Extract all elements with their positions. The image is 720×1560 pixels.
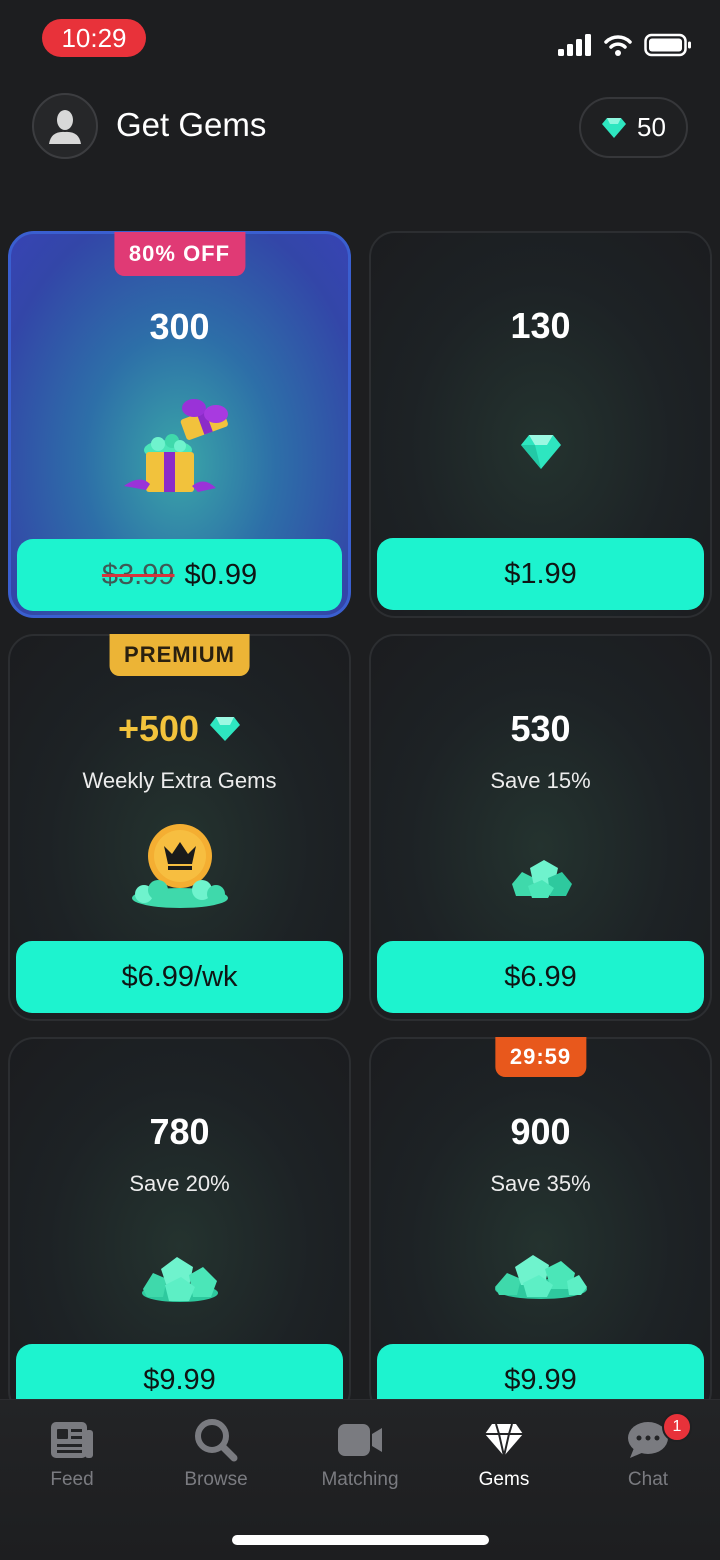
- battery-icon: [644, 33, 691, 57]
- buy-130-button[interactable]: $1.99: [377, 538, 704, 610]
- gem-pile-icon: [494, 1255, 587, 1299]
- diamond-icon: [602, 117, 627, 138]
- gem-pile-icon: [511, 860, 572, 898]
- offer-card-130[interactable]: 130 $1.99: [369, 231, 712, 618]
- gems-store-screen: 10:29 Get Gems 50 80% OFF 300 $3.99 $0.9…: [0, 0, 720, 1560]
- gem-amount: 300: [149, 306, 210, 347]
- gem-pile-icon: [141, 1257, 218, 1302]
- gem-amount: 900: [510, 1111, 571, 1152]
- avatar[interactable]: [32, 93, 98, 159]
- tab-label: Feed: [50, 1469, 94, 1490]
- gem-amount: 780: [149, 1111, 210, 1152]
- status-icons: [558, 30, 692, 60]
- tab-feed[interactable]: Feed: [12, 1416, 132, 1491]
- tab-label: Chat: [627, 1469, 669, 1490]
- tab-browse[interactable]: Browse: [156, 1416, 276, 1491]
- user-silhouette-icon: [49, 110, 81, 144]
- offer-card-300[interactable]: 80% OFF 300 $3.99 $0.99: [8, 231, 351, 618]
- offer-card-780[interactable]: 780 Save 20% $9.99: [8, 1037, 351, 1417]
- gem-amount: +500: [117, 708, 200, 749]
- premium-amount-row: +500: [10, 708, 349, 750]
- buy-premium-button[interactable]: $6.99/wk: [16, 941, 343, 1013]
- gift-box-icon: [123, 399, 228, 492]
- chat-notification-badge: 1: [662, 1412, 692, 1442]
- original-price: $3.99: [101, 558, 175, 591]
- offer-subtext: Save 35%: [490, 1171, 591, 1196]
- gem-balance[interactable]: 50: [579, 97, 688, 158]
- search-icon: [195, 1419, 238, 1462]
- diamond-icon: [485, 1423, 523, 1457]
- offer-card-premium[interactable]: PREMIUM +500 Weekly Extra Gems $6.99/wk: [8, 634, 351, 1021]
- offer-card-530[interactable]: 530 Save 15% $6.99: [369, 634, 712, 1021]
- newspaper-icon: [51, 1422, 93, 1458]
- offer-subtext: Save 20%: [129, 1171, 230, 1196]
- discount-badge: 80% OFF: [113, 232, 246, 276]
- home-indicator: [232, 1535, 489, 1545]
- buy-300-button[interactable]: $3.99 $0.99: [17, 539, 342, 611]
- sale-price: $0.99: [184, 558, 258, 591]
- tab-label: Browse: [184, 1469, 248, 1490]
- crown-coin-icon: [131, 824, 228, 908]
- countdown-badge: 29:59: [494, 1037, 587, 1077]
- signal-icon: [558, 34, 591, 56]
- gem-amount: 130: [510, 305, 571, 346]
- wifi-icon: [604, 35, 632, 56]
- tab-label: Matching: [321, 1469, 399, 1490]
- page-title: Get Gems: [116, 106, 267, 143]
- diamond-icon: [210, 717, 241, 741]
- video-camera-icon: [338, 1424, 382, 1456]
- tab-chat[interactable]: 1 Chat: [588, 1412, 708, 1491]
- gem-amount: 530: [510, 708, 571, 749]
- tab-matching[interactable]: Matching: [300, 1416, 420, 1491]
- status-time: 10:29: [42, 19, 146, 57]
- offer-card-900[interactable]: 29:59 900 Save 35% $9.99: [369, 1037, 712, 1417]
- premium-badge: PREMIUM: [109, 634, 250, 676]
- offer-subtext: Weekly Extra Gems: [82, 768, 277, 793]
- tab-label: Gems: [478, 1469, 530, 1490]
- buy-530-button[interactable]: $6.99: [377, 941, 704, 1013]
- tab-gems[interactable]: Gems: [444, 1416, 564, 1491]
- offer-subtext: Save 15%: [490, 768, 591, 793]
- gem-balance-value: 50: [637, 112, 666, 142]
- diamond-icon: [520, 435, 561, 469]
